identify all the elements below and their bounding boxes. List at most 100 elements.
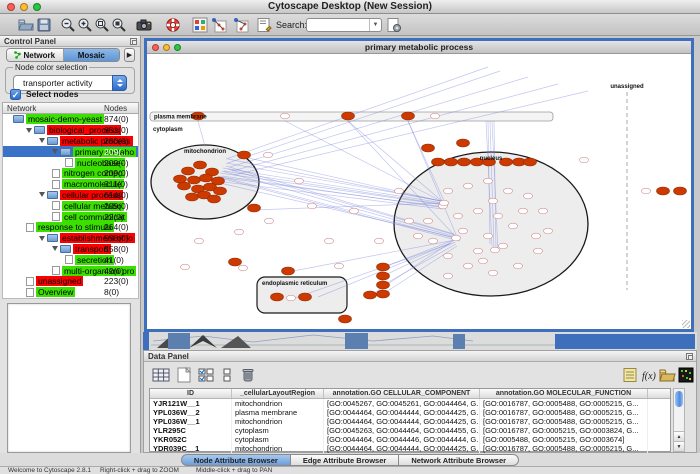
col-go-cellular-component[interactable]: annotation.GO CELLULAR_COMPONENT [324,389,480,398]
tree-row-primary-metabo[interactable]: primary metabo209(... [3,146,138,157]
import-attributes-folder-icon[interactable] [658,366,676,384]
page-icon [52,201,60,210]
gene-node [308,203,317,209]
zoom-selected-icon[interactable] [111,17,127,33]
tree-row-mosaic-demo-yeast[interactable]: mosaic-demo-yeast874(0) [3,114,138,125]
tree-row-cellular-metabo[interactable]: cellular metabo209(0) [3,200,138,211]
selected-gene-node [188,176,201,184]
chevron-down-icon[interactable]: ▼ [369,19,381,31]
tree-row-establishment-of-lo[interactable]: establishment of lo558(0) [3,233,138,244]
gene-node [181,264,190,270]
scroll-up-icon[interactable]: ▲ [674,431,684,441]
table-row[interactable]: YDR039C__1mitochondrion[GO:0044464, GO:0… [150,444,670,453]
annotation-icon[interactable] [256,17,272,33]
tree-row-multi-organism-pro[interactable]: multi-organism pro42(0) [3,265,138,276]
tree-row-metabolic-process[interactable]: metabolic process280(0) [3,136,138,147]
tree-row-cellular-process[interactable]: cellular process614(0) [3,190,138,201]
tab-mosaic[interactable]: Mosaic [64,49,120,61]
snapshot-camera-icon[interactable] [136,17,152,33]
expand-triangle-icon[interactable] [39,192,45,197]
search-input[interactable] [309,19,367,31]
tree-label: Overview [36,287,75,297]
create-attribute-icon[interactable] [175,366,193,384]
node-count: 41(0) [104,255,124,265]
col-id[interactable]: ID [150,389,232,398]
float-panel-icon[interactable] [130,38,137,45]
select-nodes-checkbox[interactable]: ✓ [10,89,21,100]
zoom-out-icon[interactable] [60,17,76,33]
notes-icon[interactable] [621,366,639,384]
more-tabs-button[interactable]: ▶ [124,48,135,62]
resize-grip[interactable] [682,320,690,328]
paste-network-icon[interactable] [233,17,249,33]
scrollbar-thumb[interactable] [675,391,683,407]
page-icon [65,255,73,264]
cell: [GO:0044464, GO:0044444, GO:0044425, G..… [324,444,480,453]
select-attributes-icon[interactable] [197,366,215,384]
tab-node-attribute-browser[interactable]: Node Attribute Browser [181,454,291,466]
table-row[interactable]: YPL036W__2plasma membrane[GO:0044464, GO… [150,408,670,417]
table-row[interactable]: YKR052Ccytoplasm[GO:0044464, GO:0044446,… [150,435,670,444]
open-file-icon[interactable] [18,17,34,33]
minimize-button[interactable] [20,3,28,11]
birdseye-view[interactable] [7,303,131,453]
tree-row-transport[interactable]: transport558(0) [3,244,138,255]
show-attributes-icon[interactable] [152,366,170,384]
tree-row-secretion[interactable]: secretion41(0) [3,254,138,265]
attribute-matrix-icon[interactable] [677,366,695,384]
table-scrollbar[interactable]: ▲ ▼ [673,388,685,452]
col-cellular-layout-region[interactable]: _cellularLayoutRegion [232,389,324,398]
gene-node [195,238,204,244]
function-builder-icon[interactable]: f(x) [640,366,658,384]
unselect-attributes-icon[interactable] [219,366,237,384]
close-button[interactable] [7,3,15,11]
zoom-button[interactable] [33,3,41,11]
tree-row-biological-process[interactable]: biological_process651(0) [3,125,138,136]
tab-edge-attribute-browser[interactable]: Edge Attribute Browser [291,454,399,466]
tab-network-attribute-browser[interactable]: Network Attribute Browser [399,454,519,466]
expand-triangle-icon[interactable] [39,236,45,241]
frame-zoom-button[interactable] [174,44,181,51]
network-canvas[interactable]: plasma membranecytoplasmmitochondrionnuc… [147,54,691,329]
expand-triangle-icon[interactable] [39,138,45,143]
network-view-titlebar[interactable]: primary metabolic process [147,41,691,54]
table-row[interactable]: YPL036W__1mitochondrion[GO:0044464, GO:0… [150,417,670,426]
main-toolbar: Search: ▼ [0,14,700,36]
zoom-fit-icon[interactable] [94,17,110,33]
tree-row-nitrogen-compo[interactable]: nitrogen compo209(0) [3,168,138,179]
col-go-molecular-function[interactable]: annotation.GO MOLECULAR_FUNCTION [480,389,648,398]
tree-row-macromolecule[interactable]: macromolecule311(0) [3,179,138,190]
table-row[interactable]: YLR295Ccytoplasm[GO:0045263, GO:0044464,… [150,426,670,435]
attribute-table-header: ID _cellularLayoutRegion annotation.GO C… [150,389,670,399]
tree-row-nucleobase-[interactable]: nucleobase-209(0) [3,157,138,168]
gene-node [464,183,473,189]
tree-row-overview[interactable]: Overview8(0) [3,287,138,298]
expand-triangle-icon[interactable] [52,149,58,154]
cell: mitochondrion [232,444,324,453]
tree-row-cell-communicat[interactable]: cell communicat22(0) [3,211,138,222]
zoom-in-icon[interactable] [77,17,93,33]
search-options-icon[interactable] [386,17,402,33]
region-label: cytoplasm [153,127,183,133]
scroll-down-icon[interactable]: ▼ [674,441,684,451]
delete-attribute-trash-icon[interactable] [239,366,257,384]
table-row[interactable]: YJR121W__1mitochondrion[GO:0045267, GO:0… [150,399,670,408]
save-session-icon[interactable] [36,17,52,33]
gene-node [454,213,463,219]
tree-row-unassigned[interactable]: unassigned223(0) [3,276,138,287]
expand-triangle-icon[interactable] [26,128,32,133]
float-panel-icon[interactable] [686,353,693,360]
tab-network[interactable]: Network [7,49,64,61]
frame-minimize-button[interactable] [163,44,170,51]
gene-node [235,229,244,235]
tree-row-response-to-stimulu[interactable]: response to stimulu264(0) [3,222,138,233]
copy-network-icon[interactable] [211,17,227,33]
selected-gene-node [377,272,390,280]
search-box[interactable]: ▼ [306,18,382,32]
node-count: 558(0) [104,244,129,254]
vizmapper-icon[interactable] [192,17,208,33]
frame-close-button[interactable] [152,44,159,51]
help-lifesaver-icon[interactable] [165,17,181,33]
gene-node [350,208,359,214]
expand-triangle-icon[interactable] [52,246,58,251]
